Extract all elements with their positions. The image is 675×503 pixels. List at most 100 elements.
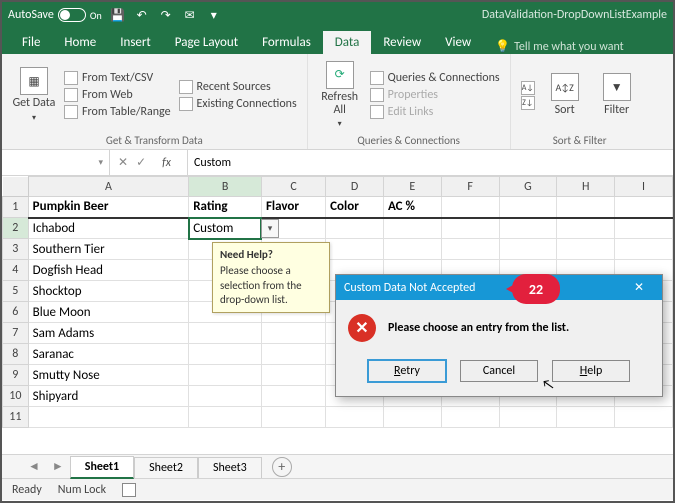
sheet-nav-prev-icon[interactable]: ◄: [22, 459, 46, 474]
name-box[interactable]: ▾: [2, 150, 110, 175]
existing-connections-button[interactable]: Existing Connections: [179, 97, 297, 111]
row-header-5[interactable]: 5: [3, 281, 29, 302]
edit-links-button[interactable]: Edit Links: [370, 105, 500, 119]
row-header-6[interactable]: 6: [3, 302, 29, 323]
cell-F2[interactable]: [441, 218, 499, 239]
cell-B11[interactable]: [189, 407, 262, 428]
refresh-all-button[interactable]: ⟳ Refresh All ▾: [318, 58, 362, 132]
cell-G2[interactable]: [499, 218, 557, 239]
col-header-F[interactable]: F: [441, 177, 499, 197]
email-icon[interactable]: ✉: [182, 7, 198, 23]
cell-D11[interactable]: [326, 407, 384, 428]
cell-A1[interactable]: Pumpkin Beer: [28, 197, 189, 218]
from-table-button[interactable]: From Table/Range: [64, 105, 171, 119]
tab-review[interactable]: Review: [371, 31, 433, 54]
cell-B9[interactable]: [189, 365, 262, 386]
cell-B7[interactable]: [189, 323, 262, 344]
row-header-8[interactable]: 8: [3, 344, 29, 365]
cell-F11[interactable]: [441, 407, 499, 428]
formula-input[interactable]: Custom: [188, 156, 673, 170]
queries-connections-button[interactable]: Queries & Connections: [370, 71, 500, 85]
tab-view[interactable]: View: [433, 31, 483, 54]
cell-G11[interactable]: [499, 407, 557, 428]
cell-I11[interactable]: [615, 407, 673, 428]
row-header-3[interactable]: 3: [3, 239, 29, 260]
tab-home[interactable]: Home: [52, 31, 108, 54]
sheet-tab-2[interactable]: Sheet2: [134, 457, 198, 478]
cell-C10[interactable]: [261, 386, 325, 407]
fx-icon[interactable]: fx: [154, 156, 179, 170]
help-button[interactable]: Help: [552, 360, 630, 382]
retry-button[interactable]: Retry: [368, 360, 446, 382]
cell-I2[interactable]: [615, 218, 673, 239]
col-header-B[interactable]: B: [189, 177, 262, 197]
cell-H1[interactable]: [557, 197, 615, 218]
get-data-button[interactable]: ▦ Get Data ▾: [12, 58, 56, 132]
row-header-7[interactable]: 7: [3, 323, 29, 344]
sheet-tab-3[interactable]: Sheet3: [198, 457, 262, 478]
cell-C7[interactable]: [261, 323, 325, 344]
col-header-E[interactable]: E: [383, 177, 441, 197]
col-header-G[interactable]: G: [499, 177, 557, 197]
cell-E2[interactable]: [383, 218, 441, 239]
tab-page-layout[interactable]: Page Layout: [163, 31, 250, 54]
cell-C9[interactable]: [261, 365, 325, 386]
row-header-9[interactable]: 9: [3, 365, 29, 386]
data-validation-dropdown-icon[interactable]: ▾: [261, 219, 279, 239]
tell-me-search[interactable]: 💡 Tell me what you want: [495, 39, 624, 54]
sort-desc-button[interactable]: Z↓: [521, 96, 535, 110]
cell-D3[interactable]: [326, 239, 384, 260]
recent-sources-button[interactable]: Recent Sources: [179, 80, 297, 94]
cell-B2[interactable]: Custom▾: [189, 218, 262, 239]
cell-G1[interactable]: [499, 197, 557, 218]
qat-more-icon[interactable]: ▾: [206, 7, 222, 23]
macro-record-icon[interactable]: [122, 483, 136, 497]
cell-E3[interactable]: [383, 239, 441, 260]
cell-C8[interactable]: [261, 344, 325, 365]
cancel-button[interactable]: Cancel: [460, 360, 538, 382]
cell-A7[interactable]: Sam Adams: [28, 323, 189, 344]
row-header-10[interactable]: 10: [3, 386, 29, 407]
cell-I1[interactable]: [615, 197, 673, 218]
cell-A8[interactable]: Saranac: [28, 344, 189, 365]
cell-D1[interactable]: Color: [326, 197, 384, 218]
filter-button[interactable]: ▼ Filter: [595, 58, 639, 132]
cell-A9[interactable]: Smutty Nose: [28, 365, 189, 386]
col-header-I[interactable]: I: [615, 177, 673, 197]
sort-button[interactable]: A↕Z Sort: [543, 58, 587, 132]
tab-file[interactable]: File: [10, 31, 52, 54]
cell-C1[interactable]: Flavor: [261, 197, 325, 218]
sort-asc-button[interactable]: A↓: [521, 81, 535, 95]
cell-B10[interactable]: [189, 386, 262, 407]
cell-H2[interactable]: [557, 218, 615, 239]
col-header-H[interactable]: H: [557, 177, 615, 197]
cancel-entry-icon[interactable]: ✕: [118, 155, 128, 170]
col-header-C[interactable]: C: [261, 177, 325, 197]
row-header-2[interactable]: 2: [3, 218, 29, 239]
confirm-entry-icon[interactable]: ✓: [136, 155, 146, 170]
row-header-11[interactable]: 11: [3, 407, 29, 428]
from-web-button[interactable]: From Web: [64, 88, 171, 102]
properties-button[interactable]: Properties: [370, 88, 500, 102]
col-header-D[interactable]: D: [326, 177, 384, 197]
cell-I3[interactable]: [615, 239, 673, 260]
cell-H3[interactable]: [557, 239, 615, 260]
cell-G3[interactable]: [499, 239, 557, 260]
row-header-1[interactable]: 1: [3, 197, 29, 218]
cell-C11[interactable]: [261, 407, 325, 428]
autosave-toggle[interactable]: AutoSave On: [8, 8, 102, 22]
cell-A4[interactable]: Dogfish Head: [28, 260, 189, 281]
cell-F3[interactable]: [441, 239, 499, 260]
cell-A5[interactable]: Shocktop: [28, 281, 189, 302]
save-icon[interactable]: 💾: [110, 7, 126, 23]
cell-A10[interactable]: Shipyard: [28, 386, 189, 407]
cell-E1[interactable]: AC %: [383, 197, 441, 218]
col-header-A[interactable]: A: [28, 177, 189, 197]
cell-A6[interactable]: Blue Moon: [28, 302, 189, 323]
row-header-4[interactable]: 4: [3, 260, 29, 281]
cell-H11[interactable]: [557, 407, 615, 428]
cell-B8[interactable]: [189, 344, 262, 365]
cell-F1[interactable]: [441, 197, 499, 218]
cell-A3[interactable]: Southern Tier: [28, 239, 189, 260]
new-sheet-button[interactable]: +: [272, 457, 292, 477]
